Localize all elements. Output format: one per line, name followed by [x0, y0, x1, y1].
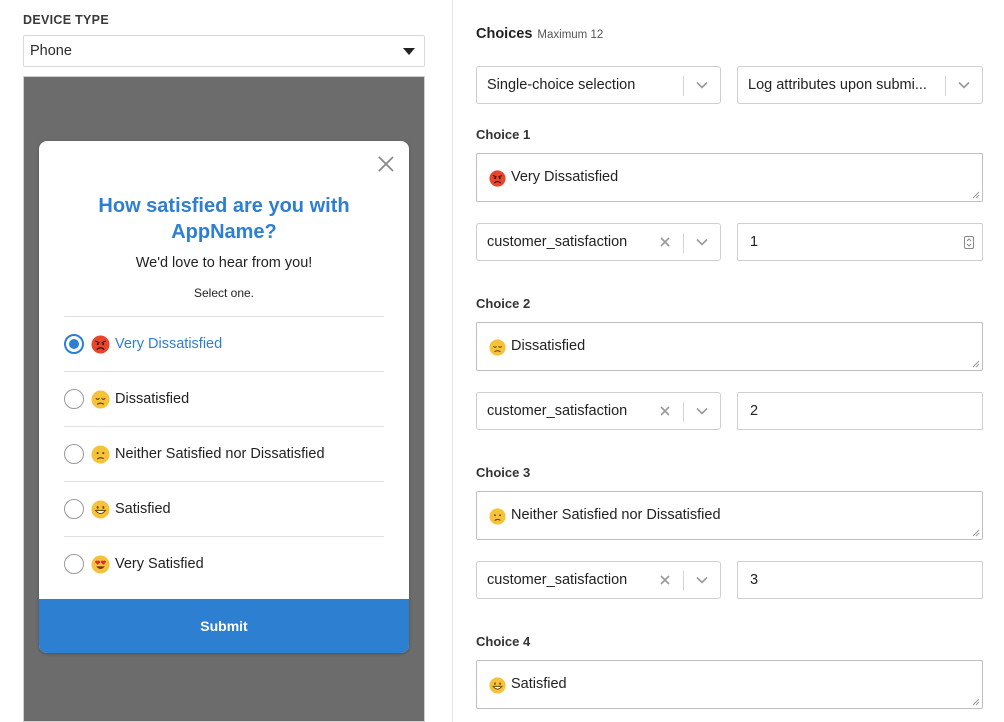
choice-label: Choice 2 — [476, 296, 531, 311]
left-panel: DEVICE TYPE Phone How satisfied are you … — [0, 0, 452, 722]
disappointed-face-icon — [91, 389, 110, 409]
select-separator — [683, 233, 684, 253]
attribute-select[interactable]: customer_satisfaction — [476, 392, 721, 430]
grinning-face-icon — [91, 499, 110, 519]
choice-value: 1 — [750, 234, 759, 250]
caret-down-icon — [403, 48, 415, 55]
choice-label: Choice 3 — [476, 465, 531, 480]
choice-text-value: Very Dissatisfied — [511, 169, 619, 185]
radio-button[interactable] — [64, 554, 84, 574]
survey-option[interactable]: Dissatisfied — [64, 371, 384, 426]
survey-option[interactable]: Very Dissatisfied — [64, 316, 384, 371]
clear-icon[interactable] — [660, 575, 670, 585]
heart-eyes-face-icon — [91, 554, 110, 574]
survey-option[interactable]: Satisfied — [64, 481, 384, 536]
choice-label: Choice 1 — [476, 127, 531, 142]
attribute-select[interactable]: customer_satisfaction — [476, 561, 721, 599]
chevron-down-icon — [696, 81, 708, 89]
device-type-label: DEVICE TYPE — [23, 13, 109, 27]
choice-value-input[interactable]: 3 — [737, 561, 983, 599]
selection-mode-select[interactable]: Single-choice selection — [476, 66, 721, 104]
choice-text-input[interactable]: Dissatisfied — [476, 322, 983, 371]
spinner-icon[interactable] — [964, 236, 974, 249]
panel-divider — [452, 0, 453, 722]
chevron-down-icon — [696, 576, 708, 584]
attribute-value: customer_satisfaction — [487, 572, 628, 588]
log-mode-select[interactable]: Log attributes upon submi... — [737, 66, 983, 104]
confused-face-icon — [91, 444, 110, 464]
disappointed-face-icon — [489, 339, 506, 356]
survey-option-label: Satisfied — [115, 501, 171, 517]
survey-option-label: Neither Satisfied nor Dissatisfied — [115, 446, 325, 462]
radio-button[interactable] — [64, 334, 84, 354]
angry-face-icon — [489, 170, 506, 187]
select-separator — [683, 76, 684, 96]
resize-grip-icon[interactable] — [972, 191, 980, 199]
select-separator — [683, 402, 684, 422]
survey-option[interactable]: Very Satisfied — [64, 536, 384, 591]
grinning-face-icon — [489, 677, 506, 694]
radio-button[interactable] — [64, 444, 84, 464]
attribute-value: customer_satisfaction — [487, 403, 628, 419]
choice-value: 2 — [750, 403, 759, 419]
clear-icon[interactable] — [660, 406, 670, 416]
chevron-down-icon — [958, 81, 970, 89]
survey-option-label: Very Satisfied — [115, 556, 204, 572]
resize-grip-icon[interactable] — [972, 698, 980, 706]
chevron-down-icon — [696, 238, 708, 246]
radio-button[interactable] — [64, 499, 84, 519]
survey-option[interactable]: Neither Satisfied nor Dissatisfied — [64, 426, 384, 481]
attribute-value: customer_satisfaction — [487, 234, 628, 250]
angry-face-icon — [91, 334, 110, 354]
select-separator — [683, 571, 684, 591]
choice-value-input[interactable]: 1 — [737, 223, 983, 261]
device-type-value: Phone — [30, 43, 72, 59]
choice-text-input[interactable]: Very Dissatisfied — [476, 153, 983, 202]
choice-value: 3 — [750, 572, 759, 588]
device-type-select[interactable]: Phone — [23, 35, 425, 67]
survey-title: How satisfied are you with AppName? — [98, 195, 350, 243]
choice-value-input[interactable]: 2 — [737, 392, 983, 430]
radio-button[interactable] — [64, 389, 84, 409]
choice-text-value: Dissatisfied — [511, 338, 586, 354]
survey-subtitle: We'd love to hear from you! — [135, 255, 313, 271]
survey-option-label: Dissatisfied — [115, 391, 190, 407]
submit-button[interactable]: Submit — [39, 599, 409, 653]
choice-text-value: Neither Satisfied nor Dissatisfied — [511, 507, 721, 523]
survey-hint: Select one. — [193, 286, 255, 300]
confused-face-icon — [489, 508, 506, 525]
close-icon[interactable] — [377, 155, 395, 173]
resize-grip-icon[interactable] — [972, 529, 980, 537]
survey-option-label: Very Dissatisfied — [115, 336, 223, 352]
choice-text-value: Satisfied — [511, 676, 567, 692]
log-mode-value: Log attributes upon submi... — [748, 77, 927, 93]
choice-text-input[interactable]: Neither Satisfied nor Dissatisfied — [476, 491, 983, 540]
select-separator — [945, 76, 946, 96]
choices-header: Choices Maximum 12 — [476, 26, 603, 42]
resize-grip-icon[interactable] — [972, 360, 980, 368]
survey-modal: How satisfied are you with AppName? We'd… — [39, 141, 409, 653]
choice-text-input[interactable]: Satisfied — [476, 660, 983, 709]
choice-label: Choice 4 — [476, 634, 531, 649]
clear-icon[interactable] — [660, 237, 670, 247]
choices-title: Choices — [476, 26, 533, 42]
choices-max-label: Maximum 12 — [537, 29, 604, 41]
survey-options: Very Dissatisfied Dissatisfied Neither S… — [64, 316, 384, 591]
attribute-select[interactable]: customer_satisfaction — [476, 223, 721, 261]
chevron-down-icon — [696, 407, 708, 415]
selection-mode-value: Single-choice selection — [487, 77, 636, 93]
